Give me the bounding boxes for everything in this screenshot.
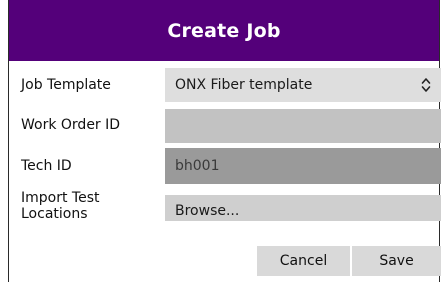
tech-id-value: bh001 xyxy=(175,158,220,174)
browse-button-label: Browse... xyxy=(175,203,240,219)
cancel-button[interactable]: Cancel xyxy=(257,246,350,276)
job-template-value: ONX Fiber template xyxy=(175,77,313,93)
dialog-title-bar: Create Job xyxy=(9,0,439,61)
up-down-chevron-icon xyxy=(421,78,431,92)
job-template-label: Job Template xyxy=(21,77,111,93)
create-job-dialog: Create Job Job Template ONX Fiber templa… xyxy=(8,0,441,282)
import-test-locations-label: Import Test Locations xyxy=(21,190,99,222)
dialog-title: Create Job xyxy=(167,19,281,42)
import-test-locations-label-line2: Locations xyxy=(21,206,88,222)
import-test-locations-label-line1: Import Test xyxy=(21,190,100,206)
work-order-id-input[interactable] xyxy=(165,109,441,143)
tech-id-input[interactable]: bh001 xyxy=(165,148,441,184)
browse-button[interactable]: Browse... xyxy=(165,195,441,221)
job-template-select[interactable]: ONX Fiber template xyxy=(165,68,441,102)
work-order-id-label: Work Order ID xyxy=(21,117,121,133)
save-button[interactable]: Save xyxy=(352,246,441,276)
tech-id-label: Tech ID xyxy=(21,158,72,174)
